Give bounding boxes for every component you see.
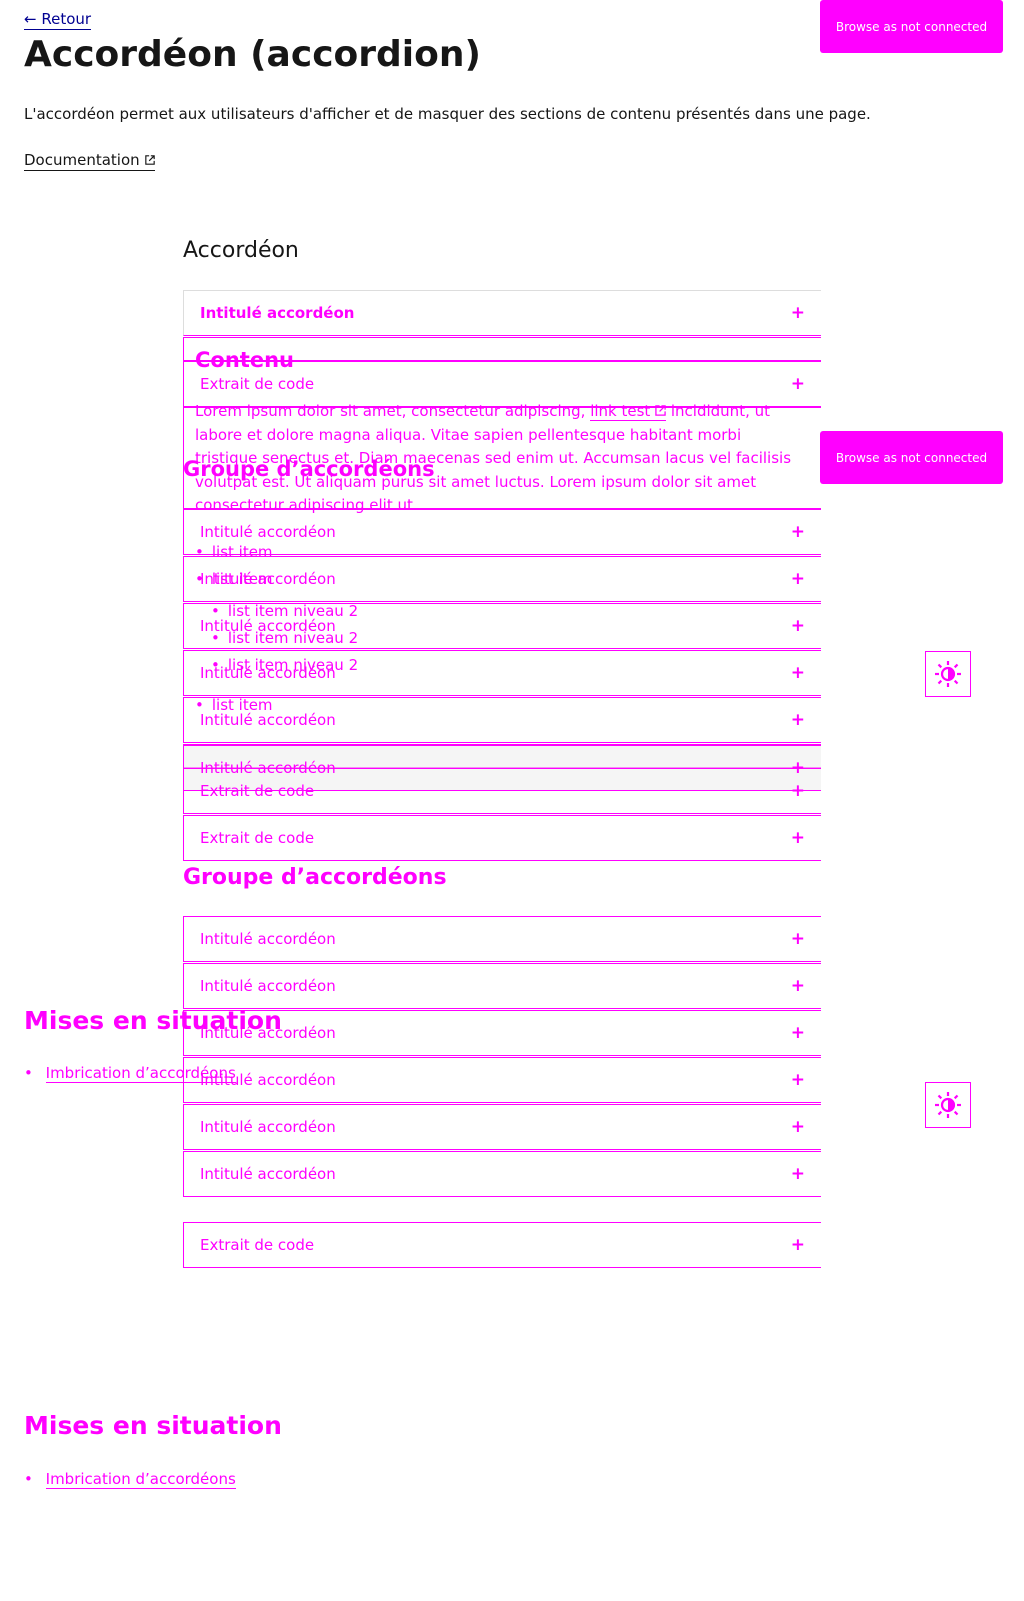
plus-icon: + [790, 1117, 805, 1137]
plus-icon: + [790, 1070, 805, 1090]
plus-icon: + [790, 710, 805, 730]
list-item: list item [195, 570, 273, 588]
documentation-link-label: Documentation [24, 151, 140, 169]
documentation-link[interactable]: Documentation [24, 151, 155, 171]
section-title-group: Groupe d’accordéons [183, 865, 447, 890]
code-snippet-accordion[interactable]: Extrait de code + [183, 815, 821, 861]
situation-link[interactable]: Imbrication d’accordéons [45, 1470, 236, 1489]
paragraph-link[interactable]: link test [590, 402, 667, 421]
accordion-item[interactable]: Intitulé accordéon + [183, 1057, 821, 1103]
group-title: Groupe d’accordéons [183, 457, 435, 481]
plus-icon: + [790, 522, 805, 542]
browse-not-connected-button[interactable]: Browse as not connected [820, 431, 1003, 484]
plus-icon: + [790, 569, 805, 589]
theme-toggle-button[interactable] [925, 651, 971, 697]
code-snippet-accordion[interactable]: Extrait de code + [183, 1222, 821, 1268]
back-link[interactable]: ← Retour [24, 10, 92, 30]
paragraph-link-label: link test [590, 402, 651, 420]
arrow-left-icon: ← [24, 10, 37, 28]
list-item-level2: list item niveau 2 [211, 629, 358, 647]
accordion-item[interactable]: Intitulé accordéon + [183, 697, 821, 743]
sun-contrast-icon [935, 661, 961, 687]
list-item: list item [195, 696, 273, 714]
accordion-item-label: Intitulé accordéon [200, 304, 355, 322]
list-item-level2: list item niveau 2 [211, 656, 358, 674]
plus-icon: + [790, 303, 805, 323]
situations-title-ghost: Mises en situation [24, 1006, 282, 1035]
accordion-item[interactable]: Intitulé accordéon + [183, 916, 821, 962]
page-lead: L'accordéon permet aux utilisateurs d'af… [24, 105, 871, 123]
plus-icon: + [790, 781, 805, 801]
plus-icon: + [790, 1023, 805, 1043]
paragraph-line: consectetur adipiscing elit ut. [195, 496, 418, 514]
page-title: Accordéon (accordion) [24, 34, 481, 75]
plus-icon: + [790, 663, 805, 683]
accordion-item-label: Intitulé accordéon [200, 1118, 336, 1136]
plus-icon: + [790, 976, 805, 996]
code-snippet-label: Extrait de code [200, 375, 315, 393]
list-item: list item [195, 543, 273, 561]
content-title: Contenu [195, 348, 294, 372]
paragraph-text: incididunt, ut [670, 402, 770, 420]
accordion-item[interactable]: Intitulé accordéon + [183, 1151, 821, 1197]
situations-list-item: Imbrication d’accordéons [24, 1064, 236, 1083]
accordion-item[interactable]: Intitulé accordéon + [183, 963, 821, 1009]
situation-link[interactable]: Imbrication d’accordéons [45, 1064, 236, 1083]
browse-not-connected-button[interactable]: Browse as not connected [820, 0, 1003, 53]
plus-icon: + [790, 616, 805, 636]
plus-icon: + [790, 1164, 805, 1184]
theme-toggle-button[interactable] [925, 1082, 971, 1128]
accordion-item[interactable]: Intitulé accordéon + [183, 556, 821, 602]
paragraph-text: Lorem ipsum dolor sit amet, consectetur … [195, 402, 586, 420]
section-title-situations: Mises en situation [24, 1411, 282, 1440]
code-snippet-label: Extrait de code [200, 782, 315, 800]
back-link-label: Retour [41, 10, 92, 28]
plus-icon: + [790, 1235, 805, 1255]
accordion-item[interactable]: Intitulé accordéon + [183, 290, 821, 336]
list-item-level2: list item niveau 2 [211, 602, 358, 620]
browse-not-connected-label: Browse as not connected [835, 19, 988, 34]
code-snippet-label: Extrait de code [200, 1236, 315, 1254]
sun-contrast-icon [935, 1092, 961, 1118]
accordion-item[interactable]: Intitulé accordéon + [183, 1104, 821, 1150]
accordion-item-label: Intitulé accordéon [200, 1165, 336, 1183]
paragraph-line: labore et dolore magna aliqua. Vitae sap… [195, 425, 742, 444]
code-snippet-label: Extrait de code [200, 829, 315, 847]
browse-not-connected-label: Browse as not connected [835, 450, 988, 465]
accordion-item-label: Intitulé accordéon [200, 977, 336, 995]
external-link-icon [655, 405, 666, 416]
accordion-item-label: Intitulé accordéon [200, 930, 336, 948]
accordion-item-label: Intitulé accordéon [200, 523, 336, 541]
plus-icon: + [790, 828, 805, 848]
code-snippet-accordion[interactable]: Extrait de code + [183, 768, 821, 814]
external-link-icon [144, 155, 155, 165]
section-title-accordeon: Accordéon [183, 238, 299, 263]
plus-icon: + [790, 374, 805, 394]
plus-icon: + [790, 929, 805, 949]
situations-list-item: Imbrication d’accordéons [24, 1470, 236, 1489]
